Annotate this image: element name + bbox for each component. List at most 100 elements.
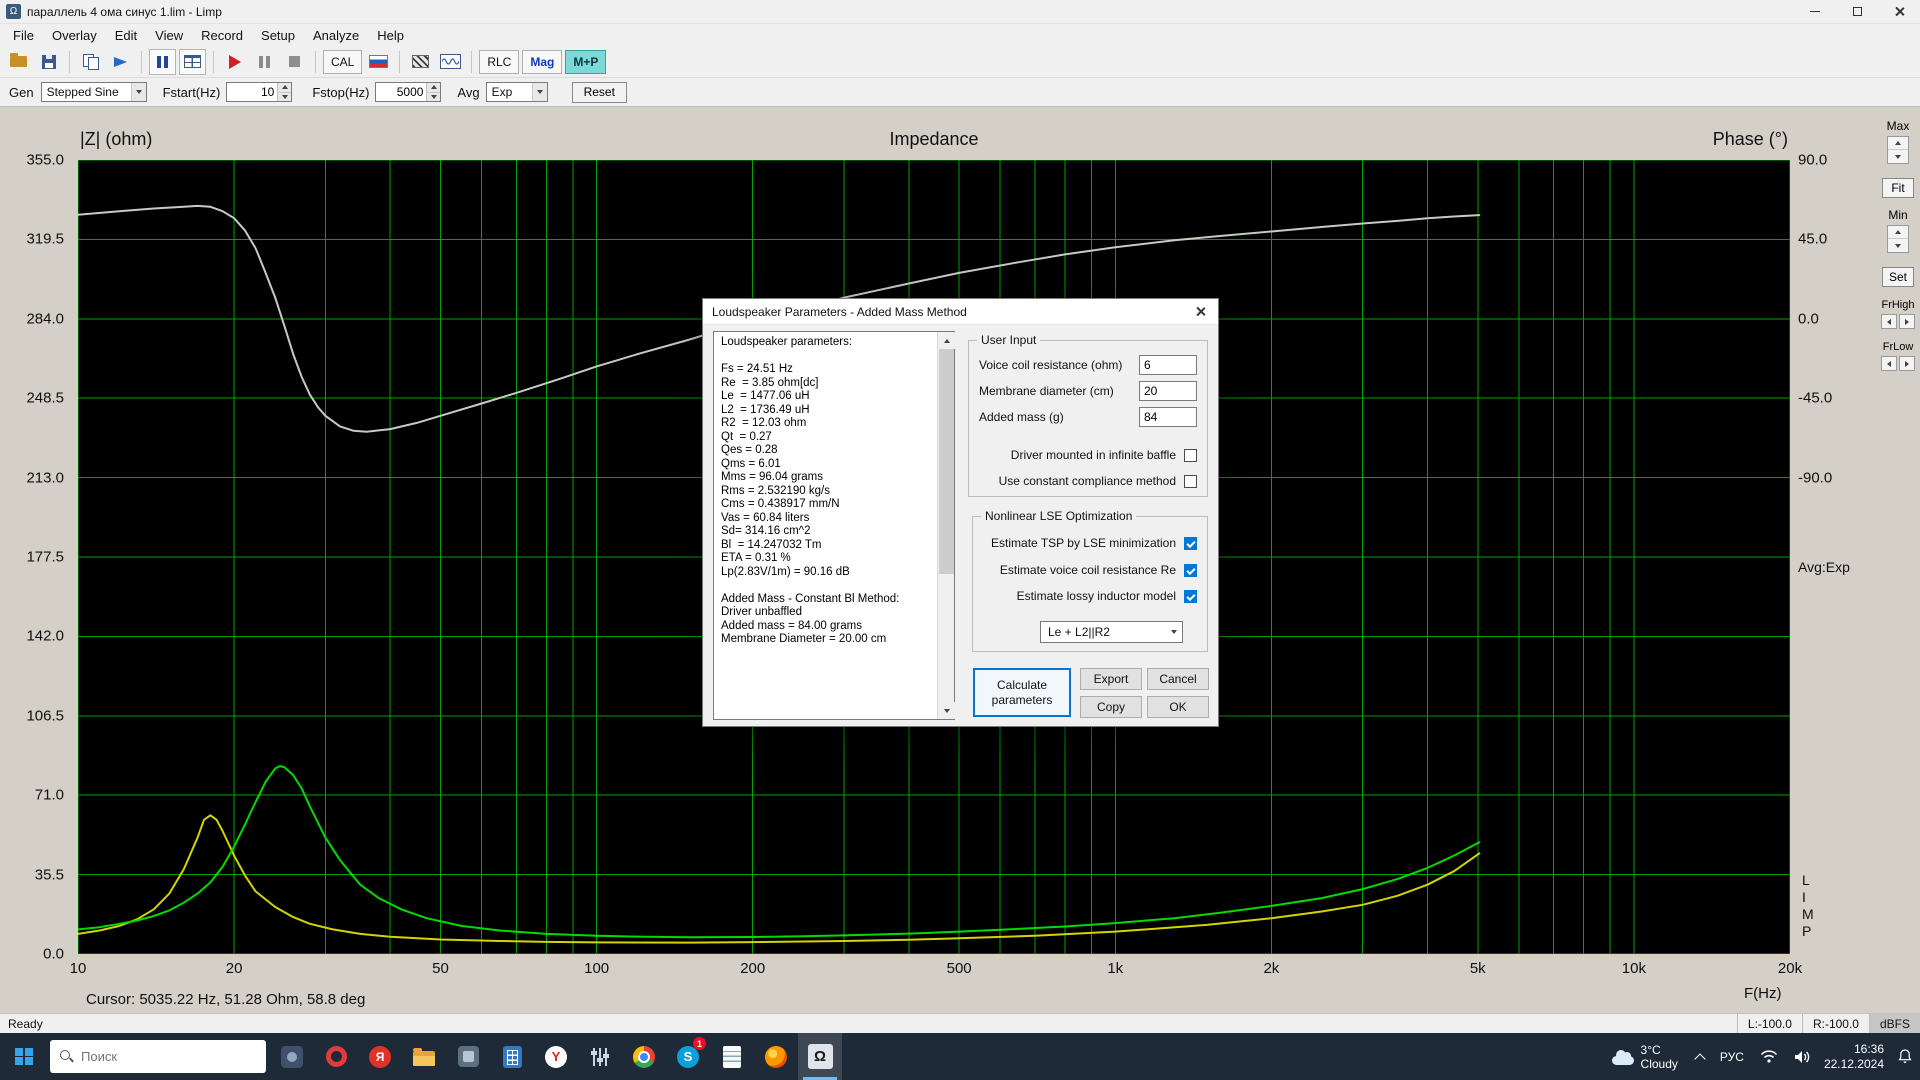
x-axis-tick: 1k (1107, 960, 1123, 977)
listbox-scrollbar[interactable] (937, 332, 954, 719)
fstart-spin-buttons[interactable] (277, 83, 291, 101)
taskbar-icon-yandex-browser[interactable]: Я (358, 1033, 402, 1080)
infinite-baffle-checkbox[interactable] (1184, 449, 1197, 462)
scope-button[interactable] (437, 49, 464, 75)
network-button[interactable] (1752, 1033, 1786, 1080)
magnitude-phase-view-button[interactable]: M+P (565, 50, 606, 74)
constant-compliance-checkbox[interactable] (1184, 475, 1197, 488)
taskbar-icon-screenshot-tool[interactable] (270, 1033, 314, 1080)
menu-item[interactable]: Overlay (43, 26, 106, 45)
fstart-input[interactable] (227, 83, 277, 101)
estimate-re-checkbox[interactable] (1184, 564, 1197, 577)
min-spinner[interactable] (1887, 225, 1909, 253)
weather-widget[interactable]: 3°C Cloudy (1602, 1033, 1688, 1080)
max-spinner[interactable] (1887, 136, 1909, 164)
taskbar-icon-file-explorer[interactable] (402, 1033, 446, 1080)
frlow-decrease-button[interactable] (1881, 356, 1897, 371)
taskbar-icon-limp[interactable]: Ω (798, 1033, 842, 1080)
tray-date: 22.12.2024 (1824, 1057, 1884, 1072)
tray-overflow-button[interactable] (1688, 1033, 1712, 1080)
menu-item[interactable]: File (4, 26, 43, 45)
scrollbar-thumb[interactable] (939, 349, 954, 574)
table-view-button[interactable] (179, 49, 206, 75)
menu-item[interactable]: Help (368, 26, 413, 45)
taskbar-icon-chrome[interactable] (622, 1033, 666, 1080)
taskbar-icon-volume-mixer[interactable] (578, 1033, 622, 1080)
scroll-down-button[interactable] (938, 702, 955, 719)
pause-button[interactable] (149, 49, 176, 75)
taskbar-icon-skype[interactable]: S 1 (666, 1033, 710, 1080)
generator-type-select[interactable]: Stepped Sine (41, 82, 147, 102)
y-axis-tick: 177.5 (26, 549, 64, 566)
taskbar-icon-calculator[interactable] (490, 1033, 534, 1080)
taskbar-icon-notes[interactable] (710, 1033, 754, 1080)
membrane-diameter-label: Membrane diameter (cm) (979, 384, 1139, 398)
set-button[interactable]: Set (1882, 267, 1914, 287)
parameter-line (721, 350, 934, 364)
fstop-spin-buttons[interactable] (426, 83, 440, 101)
taskbar-icon-capture-app[interactable] (446, 1033, 490, 1080)
taskbar-icon-firefox[interactable] (754, 1033, 798, 1080)
menu-item[interactable]: Edit (106, 26, 146, 45)
volume-button[interactable] (1786, 1033, 1818, 1080)
minimize-button[interactable] (1794, 0, 1836, 23)
language-indicator[interactable]: РУС (1712, 1033, 1752, 1080)
loudspeaker-parameters-dialog: Loudspeaker Parameters - Added Mass Meth… (702, 298, 1219, 727)
waveform-icon (440, 54, 461, 69)
fstop-input[interactable] (376, 83, 426, 101)
fstart-spinner[interactable] (226, 82, 292, 102)
estimate-tsp-checkbox[interactable] (1184, 537, 1197, 550)
inductor-model-select[interactable]: Le + L2||R2 (1040, 621, 1183, 643)
menu-item[interactable]: Setup (252, 26, 304, 45)
clock[interactable]: 16:36 22.12.2024 (1818, 1042, 1890, 1072)
lossy-inductor-checkbox[interactable] (1184, 590, 1197, 603)
chevron-down-icon (131, 83, 146, 101)
copy-button[interactable] (77, 49, 104, 75)
app-icon: Ω (6, 4, 21, 19)
scroll-up-button[interactable] (938, 332, 955, 349)
stop-measurement-button[interactable] (281, 49, 308, 75)
parameters-listbox[interactable]: Loudspeaker parameters:Fs = 24.51 HzRe =… (713, 331, 955, 720)
fit-button[interactable]: Fit (1882, 178, 1914, 198)
fstop-spinner[interactable] (375, 82, 441, 102)
pause-measurement-button[interactable] (251, 49, 278, 75)
marker-button[interactable] (107, 49, 134, 75)
export-button[interactable]: Export (1080, 668, 1142, 690)
action-center-button[interactable] (1890, 1033, 1920, 1080)
fill-style-button[interactable] (407, 49, 434, 75)
calculate-parameters-button[interactable]: Calculate parameters (973, 668, 1071, 717)
start-button[interactable] (0, 1033, 48, 1080)
menu-item[interactable]: View (146, 26, 192, 45)
y-axis-tick: 106.5 (26, 707, 64, 724)
rlc-button[interactable]: RLC (479, 50, 519, 74)
save-icon (42, 55, 56, 69)
taskbar-icon-yandex-search[interactable]: Y (534, 1033, 578, 1080)
taskbar-icon-opera[interactable] (314, 1033, 358, 1080)
dialog-close-button[interactable] (1182, 299, 1218, 324)
ok-button[interactable]: OK (1147, 696, 1209, 718)
y-axis-tick: 142.0 (26, 628, 64, 645)
frhigh-decrease-button[interactable] (1881, 314, 1897, 329)
x-axis-tick: 5k (1470, 960, 1486, 977)
menu-item[interactable]: Analyze (304, 26, 368, 45)
start-measurement-button[interactable] (221, 49, 248, 75)
save-file-button[interactable] (35, 49, 62, 75)
reset-button[interactable]: Reset (572, 82, 627, 103)
frhigh-increase-button[interactable] (1899, 314, 1915, 329)
calibrate-button[interactable]: CAL (323, 50, 362, 74)
open-file-button[interactable] (5, 49, 32, 75)
membrane-diameter-input[interactable] (1139, 381, 1197, 401)
search-input[interactable] (81, 1049, 231, 1064)
color-scheme-button[interactable] (365, 49, 392, 75)
copy-button[interactable]: Copy (1080, 696, 1142, 718)
averaging-select[interactable]: Exp (486, 82, 548, 102)
frlow-increase-button[interactable] (1899, 356, 1915, 371)
close-button[interactable] (1878, 0, 1920, 23)
cancel-button[interactable]: Cancel (1147, 668, 1209, 690)
added-mass-input[interactable] (1139, 407, 1197, 427)
maximize-button[interactable] (1836, 0, 1878, 23)
menu-item[interactable]: Record (192, 26, 252, 45)
voice-coil-resistance-input[interactable] (1139, 355, 1197, 375)
taskbar-search[interactable] (50, 1040, 266, 1073)
magnitude-view-button[interactable]: Mag (522, 50, 562, 74)
